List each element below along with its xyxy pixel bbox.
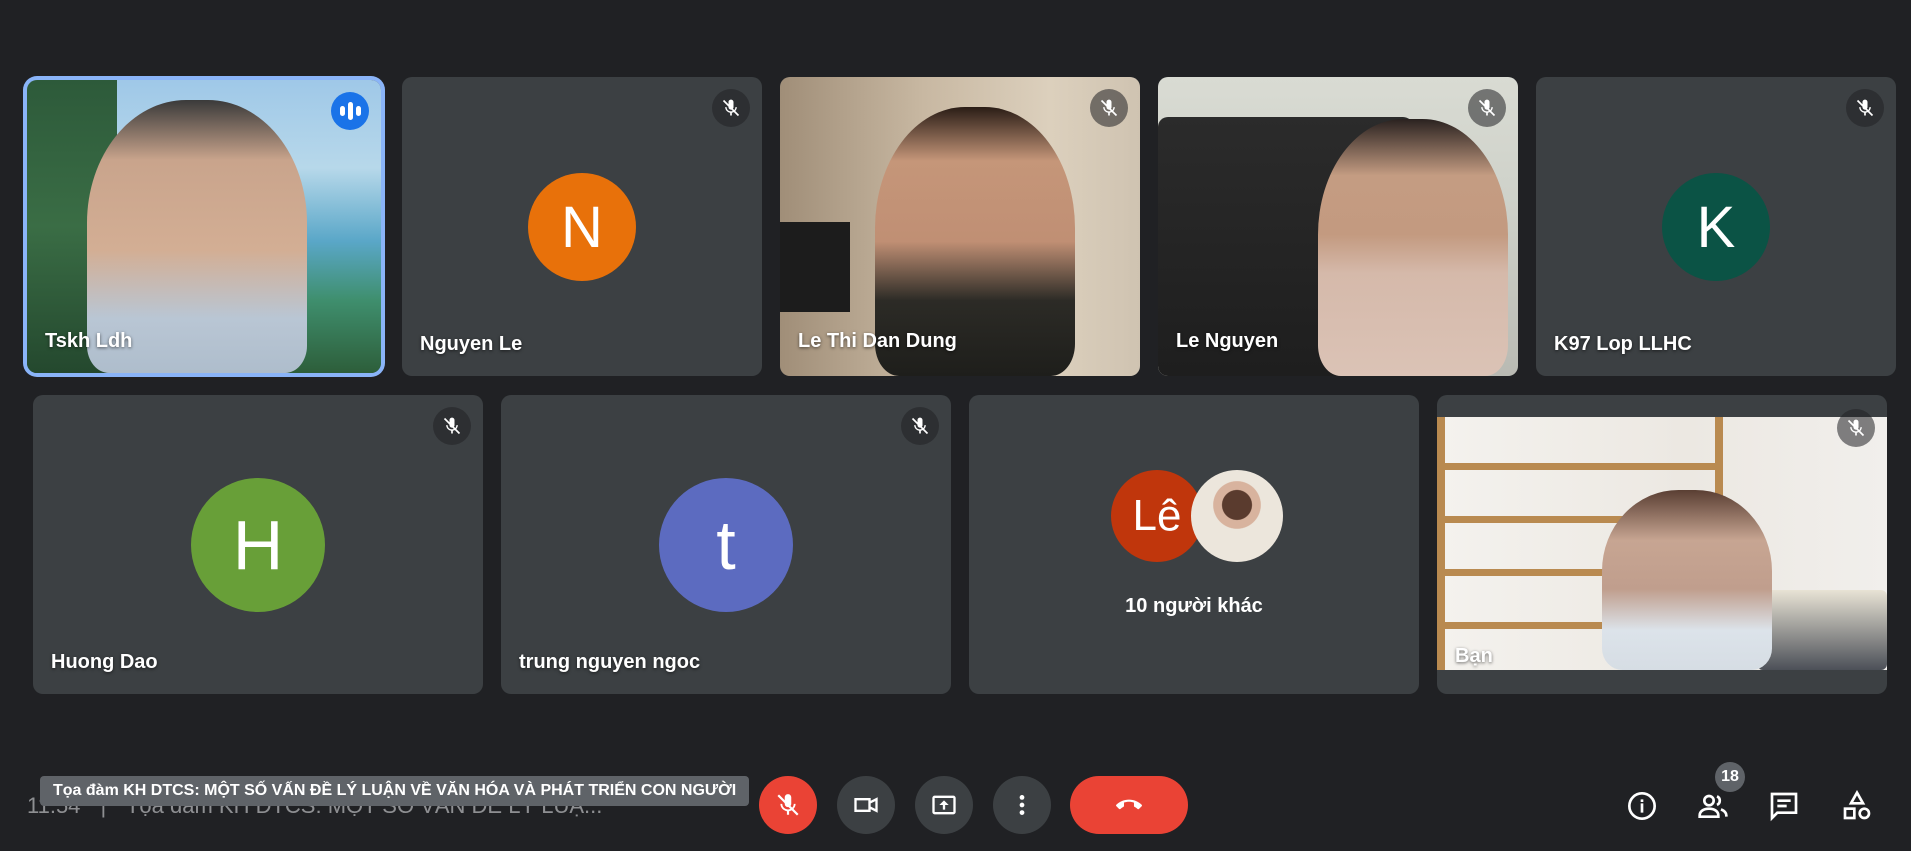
mic-off-icon [1090,89,1128,127]
people-icon [1698,794,1728,818]
chat-button[interactable] [1762,784,1806,828]
participant-tile-k97-lop-llhc[interactable]: K K97 Lop LLHC [1536,77,1896,376]
mic-off-icon [901,407,939,445]
participant-name: Huong Dao [51,651,158,673]
mic-toggle-button[interactable] [759,776,817,834]
participant-tile-trung-nguyen-ngoc[interactable]: t trung nguyen ngoc [501,395,951,694]
participant-name: Tskh Ldh [45,330,133,352]
avatar: K [1662,173,1770,281]
participant-tile-tskh-ldh[interactable]: Tskh Ldh [27,80,381,373]
present-button[interactable] [915,776,973,834]
participant-tile-le-thi-dan-dung[interactable]: Le Thi Dan Dung [780,77,1140,376]
others-label: 10 người khác [1125,595,1263,617]
avatar: t [659,478,793,612]
mic-off-icon [712,89,750,127]
hangup-icon [1116,799,1142,810]
info-icon [1628,792,1656,820]
others-tile[interactable]: Lê 10 người khác [969,395,1419,694]
participant-name: Le Nguyen [1176,330,1279,352]
avatar: H [191,478,325,612]
participant-name: Le Thi Dan Dung [798,330,957,352]
avatar-photo [1191,470,1283,562]
avatar: Lê [1111,470,1203,562]
mic-off-icon [1846,89,1884,127]
participant-tile-le-nguyen[interactable]: Le Nguyen [1158,77,1518,376]
speaking-indicator-icon [331,92,369,130]
leave-call-button[interactable] [1070,776,1188,834]
participant-tile-self[interactable]: Bạn [1437,395,1887,694]
person-silhouette [1602,490,1772,670]
more-icon [1019,795,1025,815]
participant-name: K97 Lop LLHC [1554,333,1692,355]
mic-off-icon [1468,89,1506,127]
meeting-info-button[interactable] [1620,784,1664,828]
participant-name: Bạn [1455,645,1493,667]
sofa [1757,590,1887,670]
present-icon [932,795,956,815]
avatar: N [528,173,636,281]
participant-tile-nguyen-le[interactable]: N Nguyen Le [402,77,762,376]
mic-off-icon [1837,409,1875,447]
mic-off-icon [777,794,799,816]
person-silhouette [1318,119,1508,376]
camera-icon [854,797,878,813]
more-options-button[interactable] [993,776,1051,834]
activities-button[interactable] [1835,784,1879,828]
meeting-title-tooltip: Tọa đàm KH DTCS: MỘT SỐ VẤN ĐỀ LÝ LUẬN V… [40,776,750,806]
mic-off-icon [433,407,471,445]
dark-object [780,222,850,312]
participant-name: trung nguyen ngoc [519,651,701,673]
participant-name: Nguyen Le [420,333,523,355]
activities-icon [1843,790,1871,820]
participant-tile-huong-dao[interactable]: H Huong Dao [33,395,483,694]
people-count-badge: 18 [1715,762,1745,792]
chat-icon [1770,792,1798,822]
camera-toggle-button[interactable] [837,776,895,834]
